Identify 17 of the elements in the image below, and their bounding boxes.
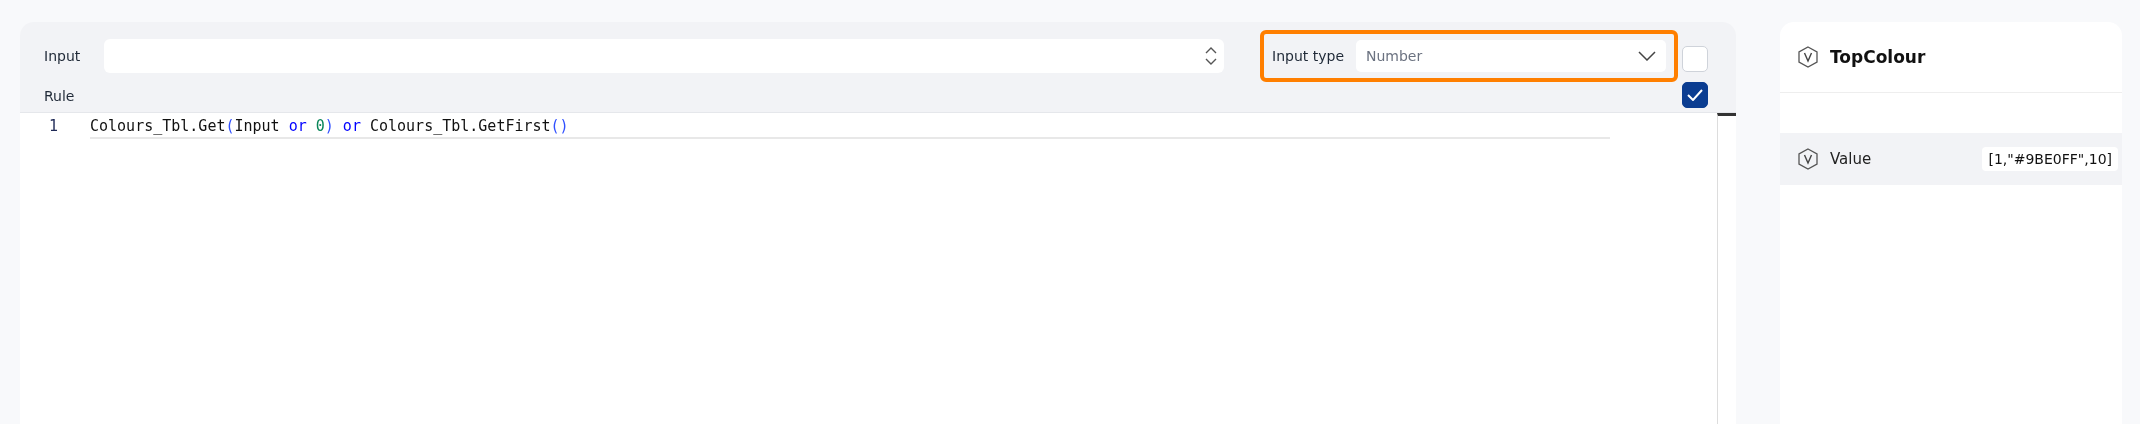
line-number: 1 (47, 116, 59, 137)
input-type-select[interactable]: Number (1356, 40, 1666, 72)
input-type-label: Input type (1272, 48, 1344, 64)
chevron-down-icon (1638, 51, 1656, 61)
check-icon (1687, 89, 1703, 101)
rule-label: Rule (44, 88, 76, 104)
input-label: Input (44, 48, 82, 64)
value-text: [1,"#9BE0FF",10] (1982, 147, 2118, 171)
variable-icon (1798, 46, 1818, 68)
scrollbar[interactable] (1717, 113, 1736, 424)
checkbox[interactable] (1682, 82, 1708, 108)
code-line: Colours_Tbl.Get(Input or 0) or Colours_Tbl.GetFirst() (90, 115, 1610, 139)
variable-icon (1798, 148, 1818, 170)
value-label: Value (1830, 150, 1873, 168)
input-field[interactable] (104, 39, 1224, 73)
variable-title: TopColour (1830, 47, 1926, 67)
stepper-icon[interactable] (1204, 45, 1218, 67)
